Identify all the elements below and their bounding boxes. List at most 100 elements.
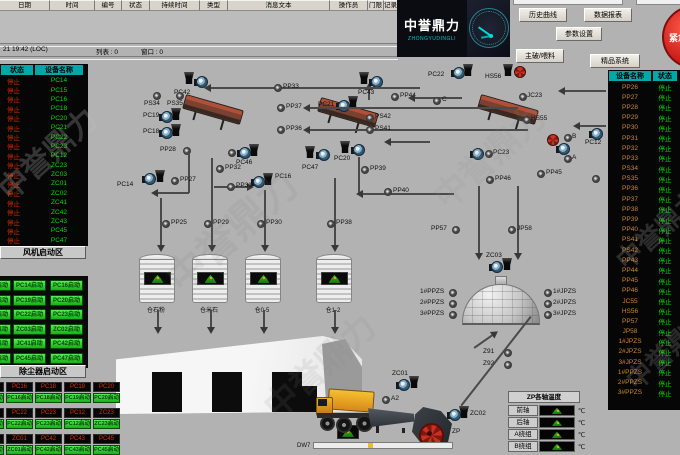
right-status-row: 3#JPZS停止 (608, 357, 680, 367)
indicator-dot (327, 220, 335, 228)
blower-icon (251, 176, 265, 187)
device-label-PS34: PS34 (144, 100, 160, 107)
dust-start-button-PC43[interactable]: PC43启动 (64, 445, 91, 455)
arrowhead-icon (352, 190, 363, 198)
device-label-2#JPZS: 2#JPZS (553, 299, 576, 306)
indicator-dot (544, 289, 552, 297)
dust-start-button-PC14[interactable]: PC14启动 (0, 393, 4, 403)
truck-wheel (320, 416, 335, 431)
feeder-leg (402, 428, 405, 433)
silo-body (192, 259, 228, 303)
rotor-fan-icon (514, 66, 526, 78)
right-status-row: PP46停止 (608, 286, 680, 296)
menu-button-参数设置[interactable]: 参数设置 (556, 27, 602, 41)
device-name: 3#JPZS (608, 359, 652, 366)
alarm-column-类型: 类型 (200, 0, 228, 11)
dust-start-button-PC23[interactable]: PC23启动 (35, 419, 62, 429)
flow-line (575, 125, 606, 127)
device-name: PC16 (34, 96, 84, 103)
start-button-PC12[interactable]: PC12启动 (0, 280, 11, 291)
start-button-PC22[interactable]: PC22启动 (13, 309, 46, 320)
start-button-ZC02[interactable]: ZC02启动 (50, 324, 83, 335)
right-status-row: PP36停止 (608, 184, 680, 194)
zp-row-unit: ℃ (578, 407, 585, 415)
dust-start-button-PC21[interactable]: PC21启动 (0, 419, 4, 429)
right-status-row: PP32停止 (608, 143, 680, 153)
left-status-row: 停止PC45 (0, 226, 88, 235)
clipped-top-button[interactable] (636, 0, 680, 5)
dust-start-button-PC19[interactable]: PC19启动 (64, 393, 91, 403)
right-status-row: PP40停止 (608, 225, 680, 235)
start-button-ZC23[interactable]: ZC23启动 (0, 324, 11, 335)
dust-start-button-PC22[interactable]: PC22启动 (6, 419, 33, 429)
dust-start-button-ZC23[interactable]: ZC23启动 (93, 419, 120, 429)
dust-start-button-PC45[interactable]: PC45启动 (93, 445, 120, 455)
start-button-PC42[interactable]: PC42启动 (50, 338, 83, 349)
flow-line (153, 192, 189, 194)
dust-start-button-PC20[interactable]: PC20启动 (93, 393, 120, 403)
start-button-PC14[interactable]: PC14启动 (13, 280, 46, 291)
device-name: 1#JPZS (608, 338, 652, 345)
start-button-PC20[interactable]: PC20启动 (50, 295, 83, 306)
dust-device-ZC01: ZC01 (6, 434, 33, 444)
dust-start-button-PC12[interactable]: PC12启动 (64, 419, 91, 429)
start-button-PC23[interactable]: PC23启动 (50, 309, 83, 320)
device-status: 停止 (652, 143, 678, 153)
material-level-icon (552, 408, 562, 414)
arrowhead-icon (490, 326, 504, 339)
menu-button-数据报表[interactable]: 数据报表 (584, 8, 632, 22)
warehouse-door (152, 372, 182, 412)
start-button-JC41[interactable]: JC41启动 (13, 338, 46, 349)
gauge-marker[interactable] (368, 443, 373, 448)
start-button-ZC01[interactable]: ZC01启动 (0, 338, 11, 349)
blower-icon (351, 144, 365, 155)
dust-start-button-PC16[interactable]: PC16启动 (6, 393, 33, 403)
start-button-PC16[interactable]: PC16启动 (50, 280, 83, 291)
divider (0, 43, 398, 47)
device-name: JC55 (608, 298, 652, 305)
start-button-PC19[interactable]: PC19启动 (13, 295, 46, 306)
right-status-row: PP57停止 (608, 316, 680, 326)
gauge-bar[interactable] (313, 442, 453, 449)
device-label-2#PPZS: 2#PPZS (420, 299, 444, 306)
clipped-top-button[interactable] (513, 0, 623, 5)
device-name: 2#PPZS (608, 379, 652, 386)
device-name: ZC01 (34, 180, 84, 187)
device-label-PP40: PP40 (393, 187, 409, 194)
menu-button-主破/喂料[interactable]: 主破/喂料 (516, 49, 564, 63)
alarm-column-持续时间: 持续时间 (150, 0, 200, 11)
menu-button-历史曲线[interactable]: 历史曲线 (519, 8, 567, 22)
menu-button-精品系统[interactable]: 精品系统 (590, 54, 640, 68)
start-button-PC45[interactable]: PC45启动 (13, 353, 46, 364)
blower-icon (336, 100, 350, 111)
device-label-PP30: PP30 (266, 219, 282, 226)
indicator-dot (449, 289, 457, 297)
device-name: PS41 (608, 236, 652, 243)
start-button-PC47[interactable]: PC47启动 (50, 353, 83, 364)
device-name: PP33 (608, 155, 652, 162)
zp-row-label-A绕组: A绕组 (508, 429, 538, 440)
fan-zone-label: 风机启动区 (0, 246, 86, 259)
hopper-icon (184, 72, 194, 84)
device-status: 停止 (652, 133, 678, 143)
right-status-row: PP28停止 (608, 102, 680, 112)
dust-start-button-ZC02[interactable]: ZC02启动 (0, 445, 4, 455)
device-label-PP39: PP39 (370, 165, 386, 172)
start-button-PC21[interactable]: PC21启动 (0, 309, 11, 320)
dust-start-button-PC18[interactable]: PC18启动 (35, 393, 62, 403)
dust-start-button-ZC01[interactable]: ZC01启动 (6, 445, 33, 455)
start-button-ZC03[interactable]: ZC03启动 (13, 324, 46, 335)
alarm-column-记录: 记录 (384, 0, 398, 11)
start-button-PC18[interactable]: PC18启动 (0, 295, 11, 306)
device-label-Z91: Z91 (483, 348, 494, 355)
start-button-PC43[interactable]: PC43启动 (0, 353, 11, 364)
right-status-row: PP43停止 (608, 255, 680, 265)
gauge-label: DW7 (297, 443, 310, 449)
dust-start-button-PC42[interactable]: PC42启动 (35, 445, 62, 455)
device-label-PP45: PP45 (546, 169, 562, 176)
right-status-panel: 设备名称状态 PP26停止PP27停止PP28停止PP29停止PP30停止PP3… (608, 70, 680, 410)
device-label-1#JPZS: 1#JPZS (553, 288, 576, 295)
device-name: PP44 (608, 267, 652, 274)
indicator-dot (153, 92, 161, 100)
dust-device-PC23: PC23 (35, 408, 62, 418)
